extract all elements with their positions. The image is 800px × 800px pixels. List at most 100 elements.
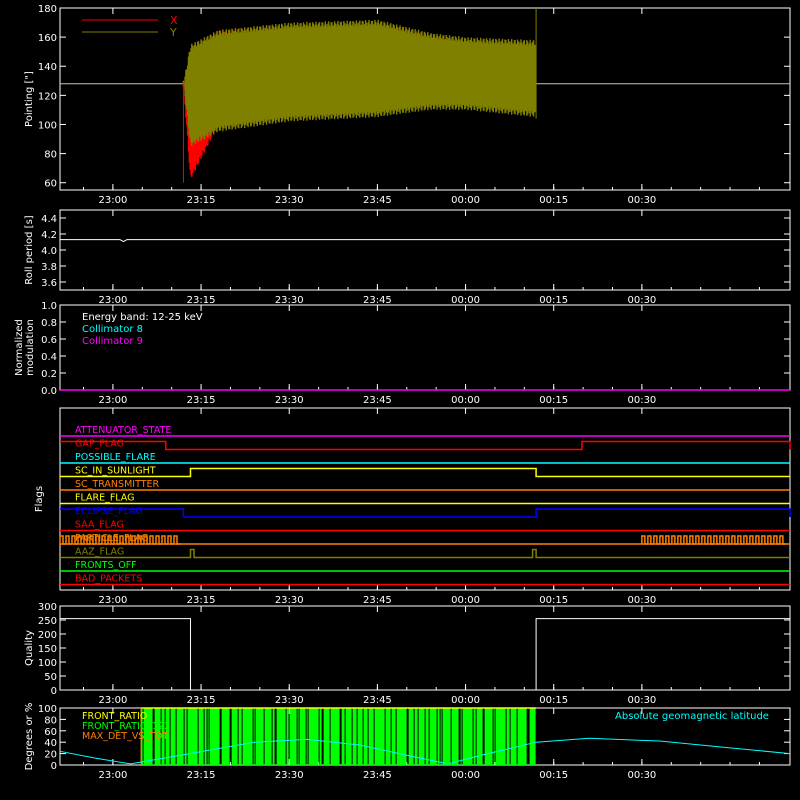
- x-tick-label: 23:15: [187, 395, 216, 406]
- x-tick-label: 00:00: [451, 595, 480, 606]
- flag-line-aaz_flag: [60, 548, 790, 559]
- flag-label-gap_flag: GAP_FLAG: [75, 439, 124, 450]
- figure: 23:00 23:15 23:30 23:45 00:00 00:15 00:3060801…: [14, 4, 791, 781]
- flag-label-attenuator_state: ATTENUATOR_STATE: [75, 425, 171, 436]
- x-tick-label: 00:00: [451, 695, 480, 706]
- x-tick-label: 23:00: [98, 770, 127, 781]
- flag-line-eclipse_flag: [60, 508, 791, 518]
- x-tick-label: 23:15: [187, 195, 216, 206]
- x-tick-label: 23:45: [363, 195, 392, 206]
- quality-line: [60, 618, 790, 691]
- x-tick-label: 23:45: [363, 770, 392, 781]
- y-tick-label: 100: [38, 704, 57, 715]
- x-tick-label: 23:15: [187, 695, 216, 706]
- x-tick-label: 23:30: [275, 295, 304, 306]
- flag-pulses-particle_flag: [59, 535, 786, 545]
- y-axis-label: Roll period [s]: [24, 215, 35, 284]
- x-tick-label: 23:30: [275, 195, 304, 206]
- x-tick-label: 00:15: [539, 695, 568, 706]
- modulation-legend-0: Energy band: 12-25 keV: [82, 312, 203, 323]
- flag-label-flare_flag: FLARE_FLAG: [75, 493, 135, 504]
- x-tick-label: 00:30: [627, 695, 656, 706]
- flag-label-sc_in_sunlight: SC_IN_SUNLIGHT: [75, 466, 156, 477]
- flag-label-sc_transmitter: SC_TRANSMITTER: [75, 479, 160, 490]
- y-tick-label: 1.0: [41, 301, 57, 312]
- flag-label-eclipse_flag: ECLIPSE_FLAG: [75, 506, 143, 517]
- series-Y-envelope: [182, 19, 536, 146]
- flag-label-aaz_flag: AAZ_FLAG: [75, 547, 124, 558]
- y-tick-label: 3.6: [41, 278, 57, 289]
- x-tick-label: 23:00: [98, 295, 127, 306]
- y-tick-label: 180: [38, 4, 57, 15]
- x-tick-label: 00:30: [627, 295, 656, 306]
- x-tick-label: 23:30: [275, 595, 304, 606]
- x-tick-label: 00:15: [539, 195, 568, 206]
- y-tick-label: 100: [38, 120, 57, 131]
- y-tick-label: 0.0: [41, 386, 57, 397]
- modulation-legend-1: Collimator 8: [82, 324, 143, 335]
- y-tick-label: 0: [51, 686, 57, 697]
- x-tick-label: 00:30: [627, 195, 656, 206]
- y-axis-label: Quality: [24, 630, 35, 666]
- x-tick-label: 00:00: [451, 295, 480, 306]
- x-tick-label: 23:45: [363, 395, 392, 406]
- x-tick-label: 23:15: [187, 770, 216, 781]
- x-tick-label: 00:00: [451, 770, 480, 781]
- x-tick-label: 23:45: [363, 595, 392, 606]
- y-tick-label: 4.4: [41, 214, 57, 225]
- y-axis-label: Flags: [34, 486, 45, 512]
- y-tick-label: 140: [38, 62, 57, 73]
- y-axis-label: Normalized: [14, 319, 25, 376]
- y-tick-label: 120: [38, 91, 57, 102]
- y-tick-label: 250: [38, 616, 57, 627]
- y-tick-label: 4.0: [41, 246, 57, 257]
- y-tick-label: 80: [44, 150, 57, 161]
- y-tick-label: 40: [44, 738, 57, 749]
- x-tick-label: 23:15: [187, 595, 216, 606]
- y-tick-label: 0.6: [41, 335, 57, 346]
- x-tick-label: 00:30: [627, 395, 656, 406]
- flag-label-possible_flare: POSSIBLE_FLARE: [75, 452, 156, 463]
- y-tick-label: 0.4: [41, 352, 57, 363]
- x-tick-label: 23:30: [275, 695, 304, 706]
- y-tick-label: 0.2: [41, 369, 57, 380]
- x-tick-label: 23:00: [98, 395, 127, 406]
- x-tick-label: 00:15: [539, 295, 568, 306]
- y-tick-label: 0.8: [41, 318, 57, 329]
- y-tick-label: 20: [44, 750, 57, 761]
- y-tick-label: 300: [38, 602, 57, 613]
- x-tick-label: 23:45: [363, 695, 392, 706]
- x-tick-label: 00:00: [451, 195, 480, 206]
- legend-label-Y: Y: [169, 26, 177, 39]
- y-axis-label: Degrees or %: [24, 703, 35, 771]
- x-tick-label: 23:45: [363, 295, 392, 306]
- x-tick-label: 23:15: [187, 295, 216, 306]
- y-tick-label: 60: [44, 727, 57, 738]
- x-tick-label: 23:00: [98, 695, 127, 706]
- x-tick-label: 00:15: [539, 595, 568, 606]
- y-axis-label: modulation: [25, 319, 36, 376]
- roll-period-line: [60, 239, 790, 243]
- degrees-legend-3: Absolute geomagnetic latitude: [615, 711, 769, 722]
- y-axis-label: Pointing ["]: [24, 71, 35, 127]
- panel-1-frame: [59, 209, 791, 291]
- y-tick-label: 80: [44, 715, 57, 726]
- flag-line-gap_flag: [60, 440, 791, 451]
- y-tick-label: 100: [38, 658, 57, 669]
- y-tick-label: 160: [38, 33, 57, 44]
- y-tick-label: 0: [51, 761, 57, 772]
- x-tick-label: 23:00: [98, 195, 127, 206]
- x-tick-label: 23:00: [98, 595, 127, 606]
- x-tick-label: 00:15: [539, 770, 568, 781]
- flag-label-saa_flag: SAA_FLAG: [75, 520, 124, 531]
- y-tick-label: 3.8: [41, 262, 57, 273]
- y-tick-label: 150: [38, 644, 57, 655]
- x-tick-label: 00:30: [627, 595, 656, 606]
- y-tick-label: 60: [44, 179, 57, 190]
- y-tick-label: 4.2: [41, 230, 57, 241]
- x-tick-label: 00:00: [451, 395, 480, 406]
- modulation-legend-2: Collimator 9: [82, 336, 143, 347]
- x-tick-label: 23:30: [275, 395, 304, 406]
- flag-line-sc_in_sunlight: [60, 467, 790, 478]
- flag-label-fronts_off: FRONTS_OFF: [75, 560, 137, 571]
